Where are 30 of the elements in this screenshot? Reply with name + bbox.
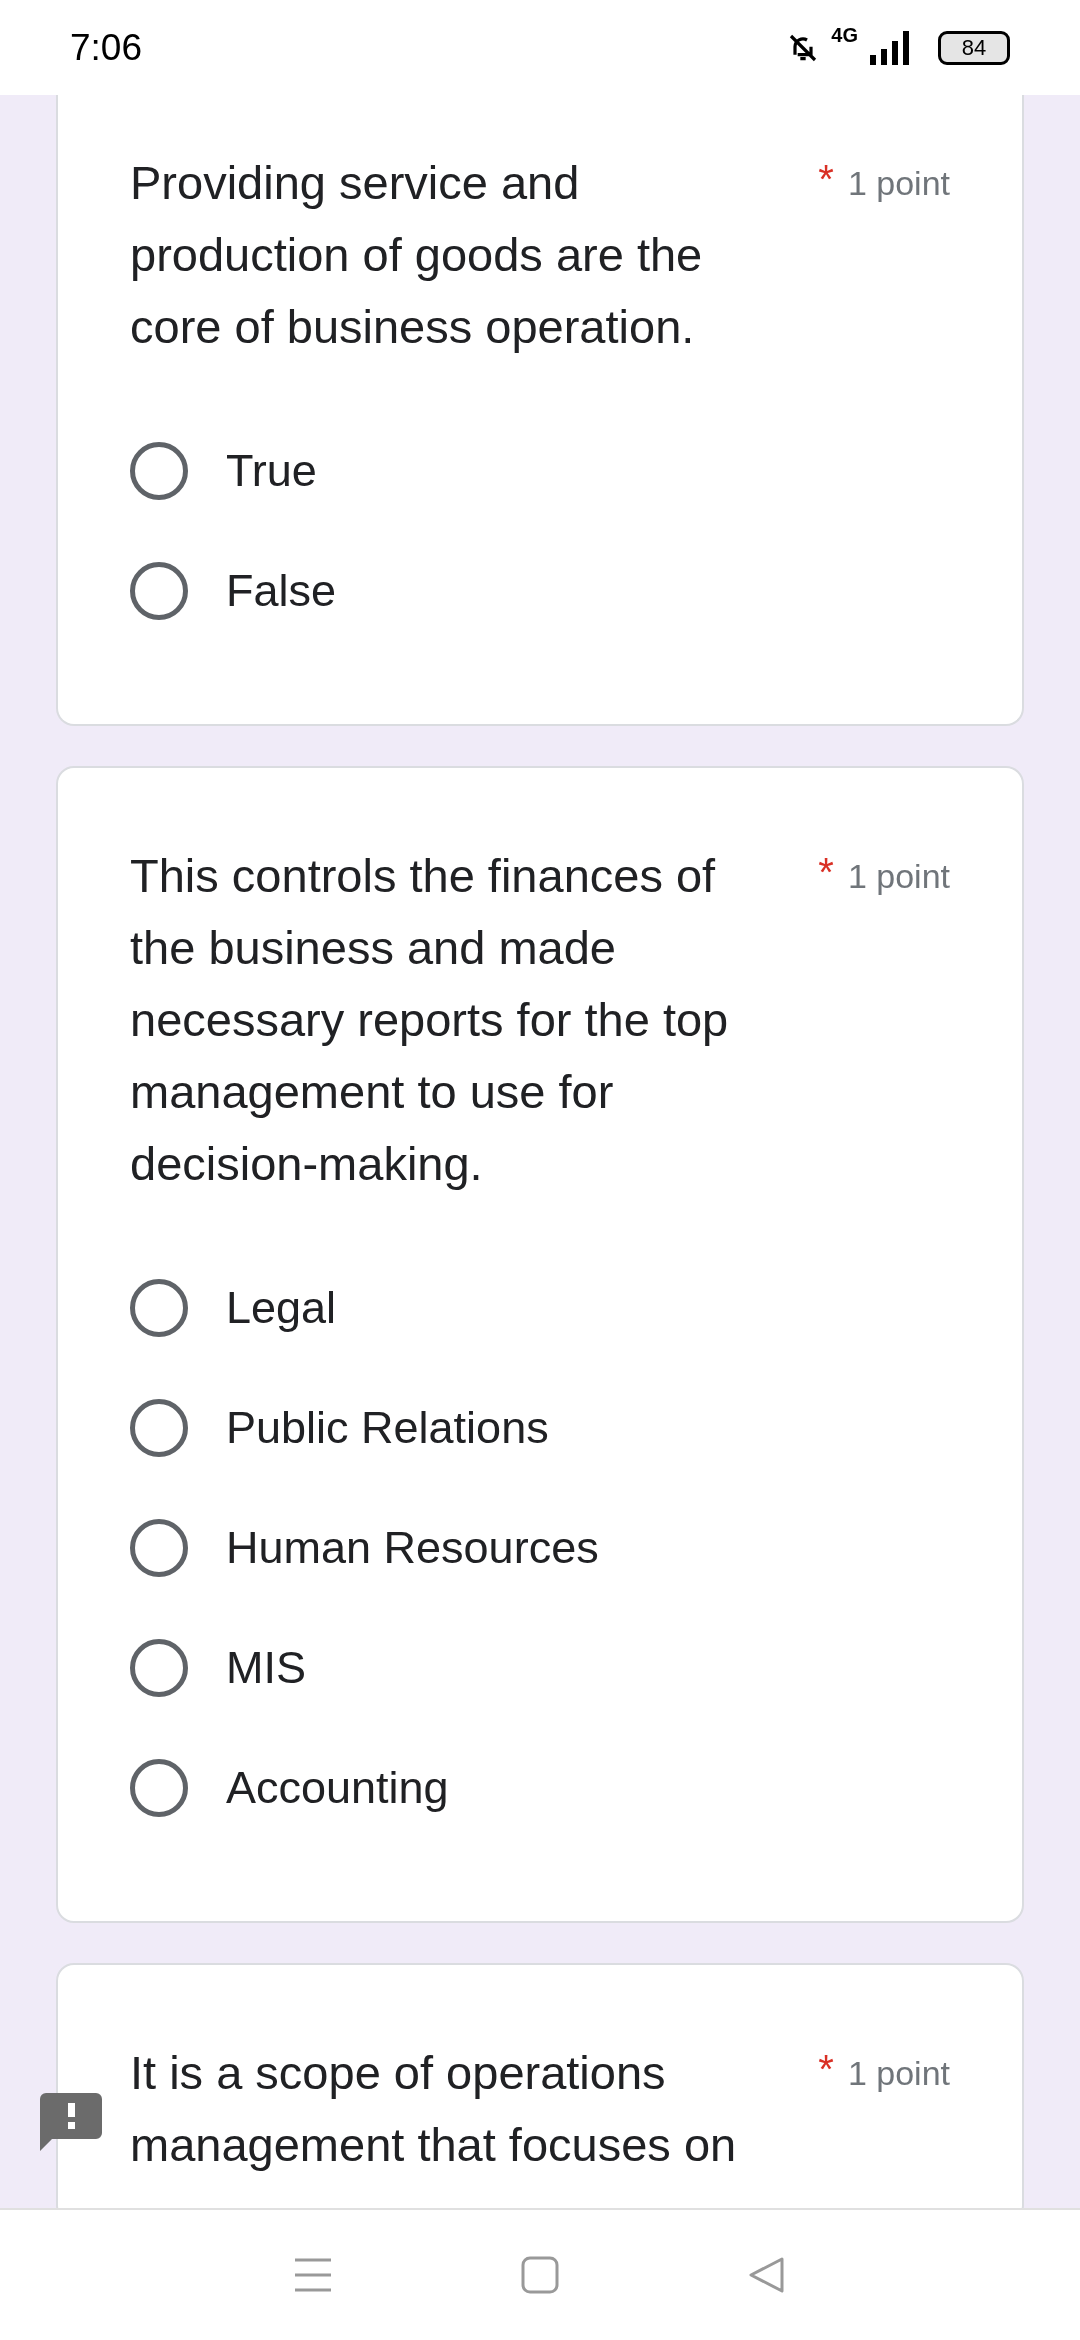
radio-button[interactable] (130, 562, 188, 620)
clock: 7:06 (70, 25, 142, 70)
radio-button[interactable] (130, 1519, 188, 1577)
radio-button[interactable] (130, 442, 188, 500)
required-asterisk: * (818, 849, 834, 896)
option-label[interactable]: Public Relations (226, 1394, 549, 1462)
points-label: 1 point (847, 2053, 950, 2094)
radio-button[interactable] (130, 1759, 188, 1817)
radio-button[interactable] (130, 1399, 188, 1457)
option-label[interactable]: True (226, 437, 317, 505)
required-asterisk: * (818, 156, 834, 203)
battery-indicator: 84 (938, 30, 1010, 65)
option-label[interactable]: MIS (226, 1634, 306, 1702)
points-label: 1 point (847, 856, 950, 897)
question-text: Providing service and production of goods are the core of business operation. (130, 155, 704, 355)
option-label[interactable]: Accounting (226, 1754, 449, 1822)
required-asterisk: * (818, 2046, 834, 2093)
question-text: This controls the finances of the business and made necessary reports for the top management to use for decision-making. (130, 848, 730, 1192)
points-label: 1 point (847, 163, 950, 204)
option-label[interactable]: False (226, 557, 337, 625)
radio-button[interactable] (130, 1279, 188, 1337)
question-text: It is a scope of operations management that focuses on (130, 2045, 738, 2173)
option-label[interactable]: Human Resources (226, 1514, 599, 1582)
option-label[interactable]: Legal (226, 1274, 337, 1342)
radio-button[interactable] (130, 1639, 188, 1697)
network-label: 4G (831, 24, 858, 45)
signal-icon (870, 30, 910, 65)
menu-icon[interactable] (294, 2256, 333, 2294)
back-icon[interactable] (747, 2256, 786, 2294)
home-square-icon[interactable] (521, 2256, 559, 2294)
